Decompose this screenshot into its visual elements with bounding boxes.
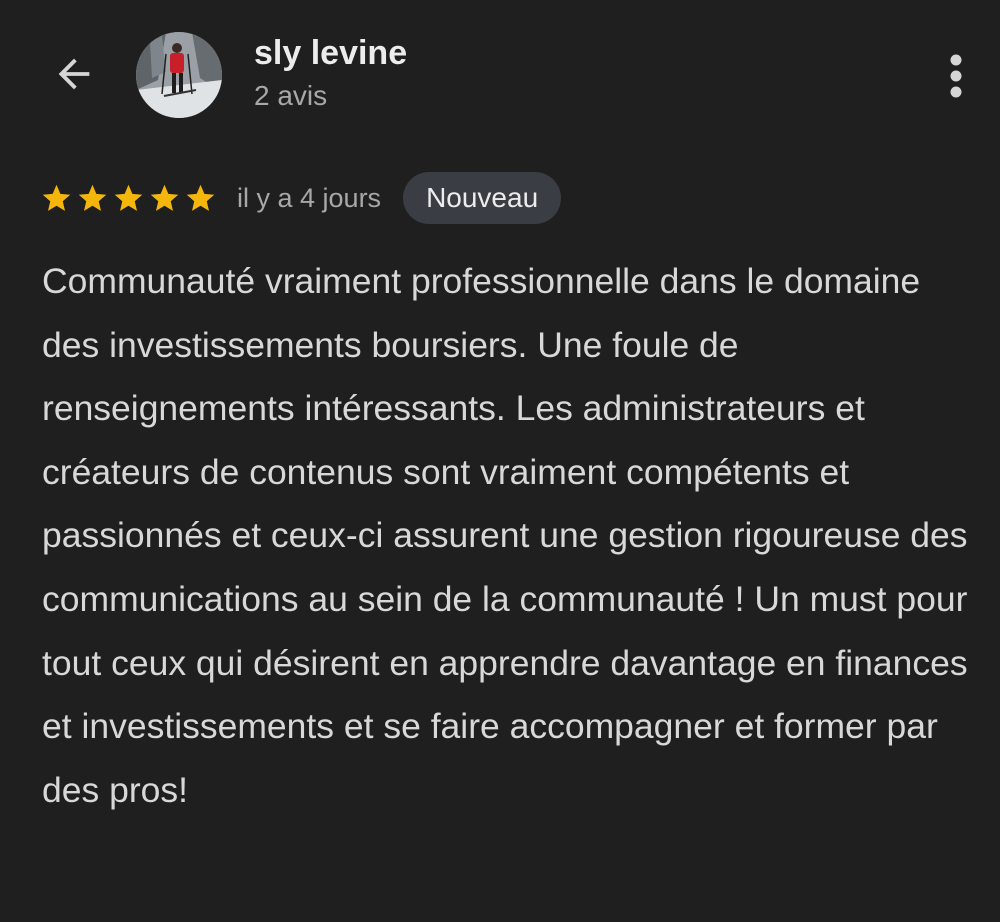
star-icon [150,184,179,211]
star-rating [40,182,217,215]
more-options-button[interactable] [936,48,976,104]
review-count: 2 avis [254,80,328,111]
more-vert-icon [950,54,962,98]
back-button[interactable] [48,48,100,100]
rating-row: il y a 4 jours Nouveau [40,172,562,224]
new-badge: Nouveau [403,172,562,224]
review-text: Communauté vraiment professionnelle dans… [42,261,968,810]
review-date: il y a 4 jours [237,182,382,213]
star-icon [114,184,143,211]
star-icon [42,184,71,211]
star-icon [78,184,107,211]
star-icon [186,184,215,211]
avatar[interactable] [136,32,222,118]
arrow-back-icon [58,58,90,90]
reviewer-avatar-image [136,32,222,118]
reviewer-name[interactable]: sly levine [254,33,407,73]
